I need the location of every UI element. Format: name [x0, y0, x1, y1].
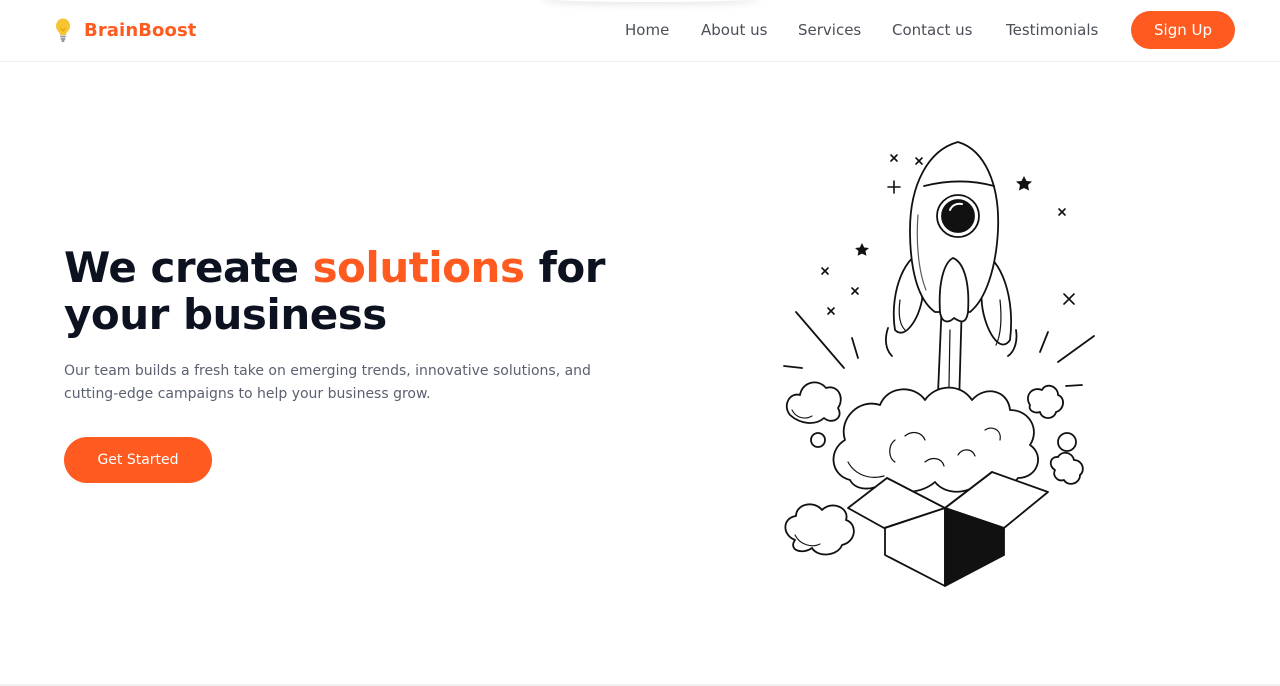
hero-title-part1: We create	[64, 243, 313, 292]
nav-link-services[interactable]: Services	[798, 19, 861, 41]
get-started-button[interactable]: Get Started	[64, 437, 212, 483]
rocket-illustration	[783, 141, 1095, 587]
site-header: BrainBoost Home About us Services Contac…	[0, 0, 1280, 62]
main-nav: Home About us Services Contact us Testim…	[0, 19, 1280, 41]
sign-up-button[interactable]: Sign Up	[1131, 11, 1235, 49]
nav-link-testimonials[interactable]: Testimonials	[1006, 19, 1098, 41]
nav-link-home[interactable]: Home	[625, 19, 669, 41]
nav-link-about-us[interactable]: About us	[701, 19, 767, 41]
header-shadow	[540, 0, 760, 2]
nav-link-contact-us[interactable]: Contact us	[892, 19, 972, 41]
hero-description: Our team builds a fresh take on emerging…	[64, 363, 591, 402]
hero-title-accent: solutions	[312, 243, 525, 292]
hero-title: We create solutions for your business	[64, 244, 684, 338]
